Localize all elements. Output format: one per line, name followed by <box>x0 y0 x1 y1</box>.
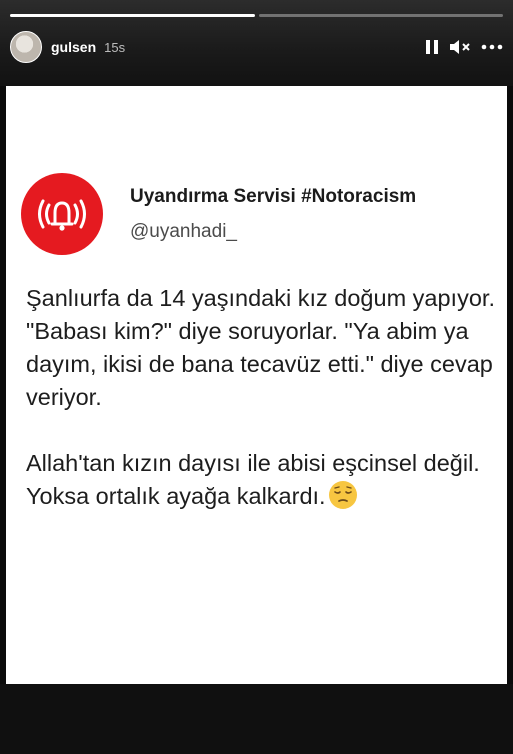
username[interactable]: gulsen <box>51 39 96 55</box>
pensive-face-icon <box>328 480 358 519</box>
tweet-paragraph-2: Allah'tan kızın dayısı ile abisi eşcinse… <box>26 447 506 519</box>
account-handle: @uyanhadi_ <box>130 220 237 242</box>
progress-segment-1 <box>10 14 255 17</box>
tweet-paragraph-1: Şanlıurfa da 14 yaşındaki kız doğum yapı… <box>26 285 495 410</box>
tweet-paragraph-2-text: Allah'tan kızın dayısı ile abisi eşcinse… <box>26 450 480 476</box>
tweet-body: Şanlıurfa da 14 yaşındaki kız doğum yapı… <box>26 282 506 519</box>
story-bottom-frame <box>0 684 513 754</box>
story-progress-bar <box>10 14 503 17</box>
more-options-icon[interactable] <box>481 44 503 50</box>
story-viewer: gulsen 15s Uyandırma Servisi #Notoracism… <box>0 0 513 754</box>
story-header: gulsen 15s <box>10 30 503 64</box>
avatar[interactable] <box>10 31 42 63</box>
timestamp: 15s <box>104 39 126 55</box>
display-name: Uyandırma Servisi #Notoracism <box>130 185 417 207</box>
progress-fill-1 <box>10 14 255 17</box>
story-controls <box>425 38 503 56</box>
alarm-bell-logo-icon <box>21 173 103 255</box>
mute-icon[interactable] <box>449 38 471 56</box>
tweet-paragraph-3-text: Yoksa ortalık ayağa kalkardı. <box>26 483 326 509</box>
tweet-card: Uyandırma Servisi #Notoracism @uyanhadi_… <box>6 86 507 684</box>
account-names: Uyandırma Servisi #Notoracism @uyanhadi_ <box>130 186 416 243</box>
progress-segment-2 <box>258 14 503 17</box>
pause-icon[interactable] <box>425 39 439 55</box>
tweet-header: Uyandırma Servisi #Notoracism @uyanhadi_ <box>21 173 416 255</box>
